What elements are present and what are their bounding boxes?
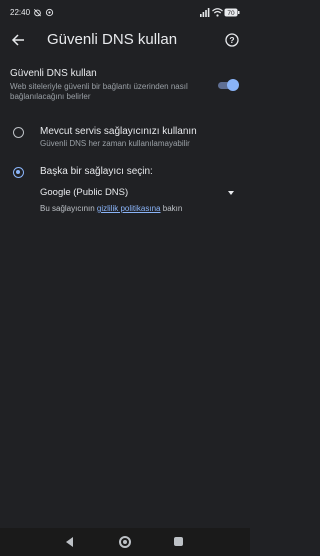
option-current-provider[interactable]: Mevcut servis sağlayıcınızı kullanın Güv… <box>10 124 240 152</box>
app-bar: Güvenli DNS kullan ? <box>0 24 250 56</box>
secure-dns-description: Web siteleriyle güvenli bir bağlantı üze… <box>10 82 188 101</box>
system-nav-bar <box>0 528 250 556</box>
help-icon: ? <box>225 33 239 47</box>
secure-dns-switch[interactable] <box>218 79 239 91</box>
help-button[interactable]: ? <box>222 30 242 50</box>
dropdown-arrow-icon <box>228 191 234 195</box>
provider-dropdown[interactable]: Google (Public DNS) <box>40 187 234 201</box>
secure-dns-title: Güvenli DNS kullan <box>10 68 97 79</box>
signal-icon <box>200 7 210 17</box>
status-right: 70 <box>200 7 240 17</box>
vpn-icon <box>45 8 54 17</box>
status-left: 22:40 <box>10 8 54 17</box>
privacy-suffix: bakın <box>160 204 183 213</box>
privacy-text: Bu sağlayıcının gizlilik politikasına ba… <box>40 204 182 213</box>
nav-recents-icon[interactable] <box>174 537 183 546</box>
privacy-prefix: Bu sağlayıcının <box>40 204 97 213</box>
status-bar: 22:40 70 <box>0 0 250 24</box>
battery-level: 70 <box>227 10 235 17</box>
alarm-off-icon <box>33 8 42 17</box>
option-label: Başka bir sağlayıcı seçin: <box>40 166 153 177</box>
provider-selected-value: Google (Public DNS) <box>40 187 129 198</box>
option-sublabel: Güvenli DNS her zaman kullanılamayabilir <box>40 139 190 148</box>
option-label: Mevcut servis sağlayıcınızı kullanın <box>40 126 197 137</box>
svg-text:?: ? <box>229 35 234 45</box>
radio-current-provider[interactable] <box>13 127 24 138</box>
secure-dns-toggle-row[interactable]: Güvenli DNS kullan Web siteleriyle güven… <box>10 64 240 106</box>
nav-back-icon[interactable] <box>66 537 73 547</box>
wifi-icon <box>212 7 223 17</box>
battery-icon: 70 <box>224 8 240 17</box>
arrow-back-icon <box>11 34 24 46</box>
switch-thumb <box>227 79 239 91</box>
status-time: 22:40 <box>10 7 31 17</box>
privacy-policy-link[interactable]: gizlilik politikasına <box>97 204 161 213</box>
nav-home-icon[interactable] <box>119 536 131 548</box>
screen: 22:40 70 Güvenli DNS kullan ? Güvenli DN… <box>0 0 250 556</box>
page-title: Güvenli DNS kullan <box>47 31 178 48</box>
back-button[interactable] <box>8 30 28 50</box>
radio-custom-provider[interactable] <box>13 167 24 178</box>
